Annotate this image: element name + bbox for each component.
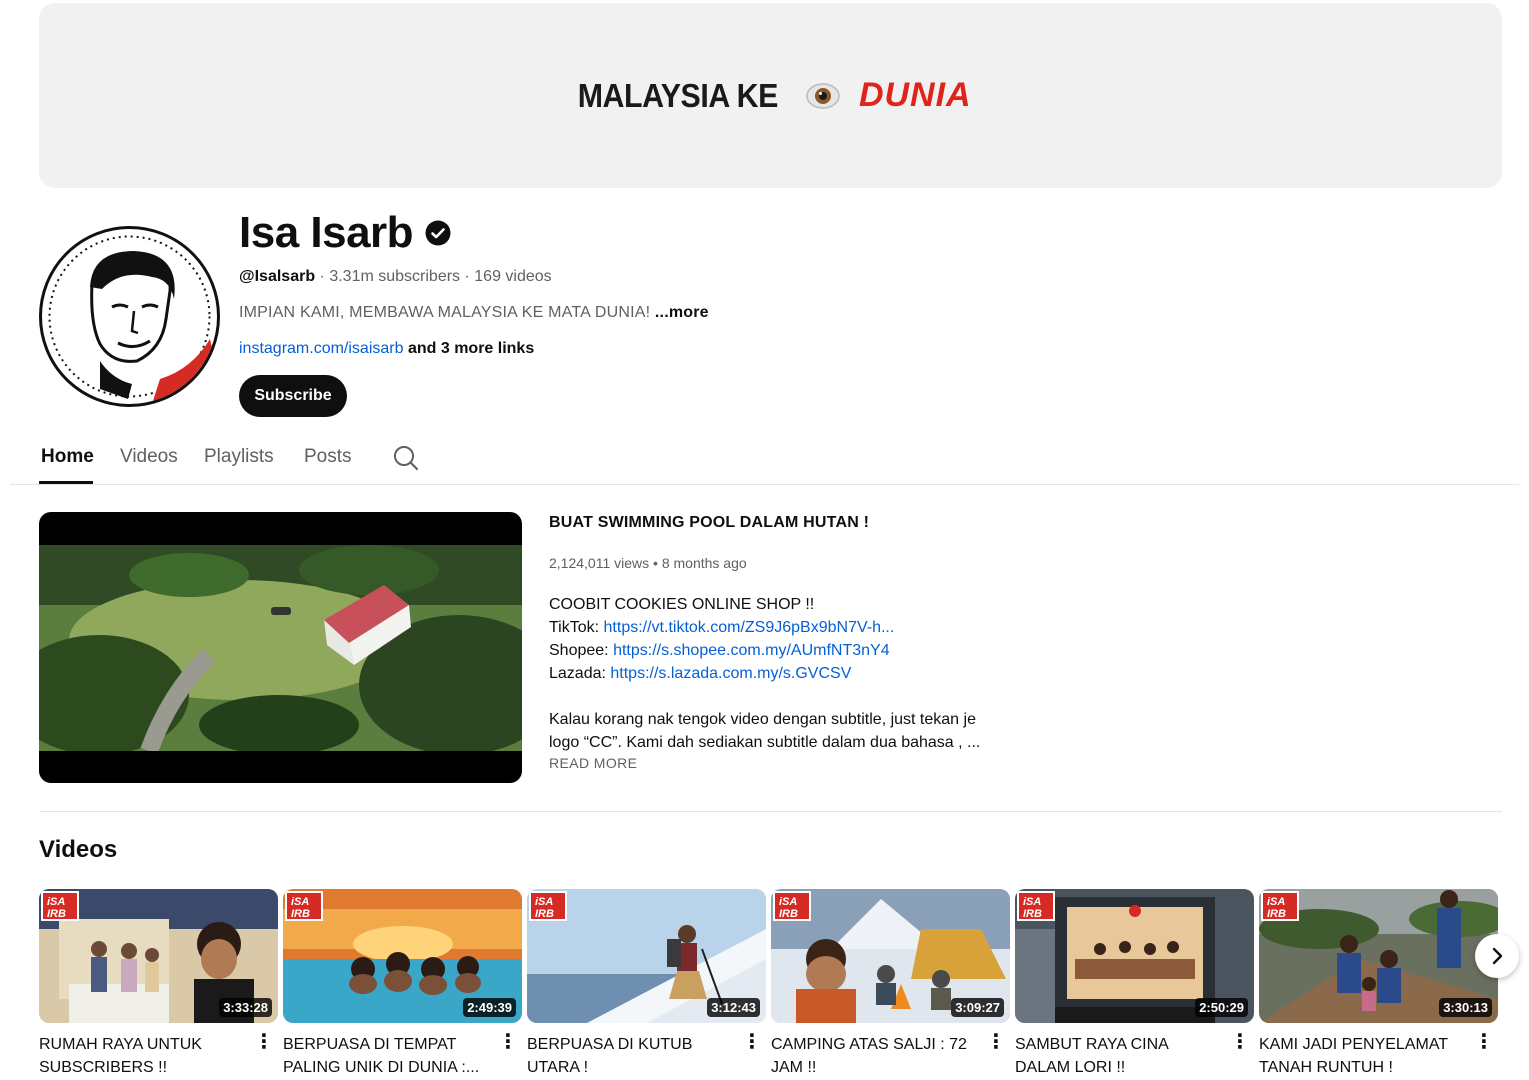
channel-name-text: Isa Isarb — [239, 208, 414, 257]
featured-video-frame — [39, 545, 522, 751]
channel-meta: @Isalsarb · 3.31m subscribers · 169 vide… — [239, 268, 552, 286]
channel-links: instagram.com/isaisarb and 3 more links — [239, 340, 534, 358]
tiktok-label: TikTok: — [549, 619, 600, 636]
video-duration: 3:30:13 — [1439, 998, 1492, 1017]
video-duration: 3:33:28 — [219, 998, 272, 1017]
meta-separator: · — [464, 268, 475, 285]
video-title[interactable]: KAMI JADI PENYELAMAT TANAH RUNTUH ! — [1259, 1033, 1469, 1079]
channel-description[interactable]: IMPIAN KAMI, MEMBAWA MALAYSIA KE MATA DU… — [239, 304, 709, 322]
shopee-link[interactable]: https://s.shopee.com.my/AUmfNT3nY4 — [613, 642, 890, 659]
featured-video-player[interactable] — [39, 512, 522, 783]
video-card[interactable]: iSA IRB 2:50:29 SAMBUT RAYA CINA DALAM L… — [1015, 889, 1254, 1079]
desc-spacer — [549, 685, 989, 708]
video-duration: 3:09:27 — [951, 998, 1004, 1017]
channel-badge-logo: iSA IRB — [285, 891, 323, 921]
video-title[interactable]: BERPUASA DI TEMPAT PALING UNIK DI DUNIA … — [283, 1033, 493, 1079]
subscribe-button[interactable]: Subscribe — [239, 375, 347, 417]
channel-handle: @Isalsarb — [239, 268, 316, 285]
more-options-icon[interactable]: ⋮ — [1230, 1032, 1250, 1052]
video-duration: 2:49:39 — [463, 998, 516, 1017]
more-options-icon[interactable]: ⋮ — [254, 1032, 274, 1052]
channel-banner: MALAYSIA KE DUNIA — [39, 3, 1502, 188]
featured-video-meta: 2,124,011 views • 8 months ago — [549, 555, 747, 571]
more-options-icon[interactable]: ⋮ — [1474, 1032, 1494, 1052]
video-thumbnail[interactable]: iSA IRB 3:09:27 — [771, 889, 1010, 1023]
channel-badge-logo: iSA IRB — [1017, 891, 1055, 921]
video-count: 169 videos — [474, 268, 552, 285]
featured-video-description: COOBIT COOKIES ONLINE SHOP !! TikTok: ht… — [549, 593, 989, 754]
video-thumbnail[interactable]: iSA IRB 2:49:39 — [283, 889, 522, 1023]
channel-name: Isa Isarb — [239, 208, 451, 258]
subscriber-count: 3.31m subscribers — [329, 268, 461, 285]
lazada-label: Lazada: — [549, 665, 606, 682]
more-options-icon[interactable]: ⋮ — [742, 1032, 762, 1052]
desc-tiktok-line: TikTok: https://vt.tiktok.com/ZS9J6pBx9b… — [549, 616, 989, 639]
banner-right-text: DUNIA — [858, 76, 972, 114]
featured-video-title[interactable]: BUAT SWIMMING POOL DALAM HUTAN ! — [549, 514, 869, 532]
video-thumbnail[interactable]: iSA IRB 3:30:13 — [1259, 889, 1498, 1023]
meta-separator: · — [319, 268, 330, 285]
section-divider — [39, 811, 1502, 812]
search-icon[interactable] — [392, 444, 420, 472]
banner-left-text: MALAYSIA KE — [578, 76, 779, 114]
tab-home[interactable]: Home — [41, 446, 94, 468]
channel-tabs: Home Videos Playlists Posts — [10, 436, 1519, 485]
video-title[interactable]: RUMAH RAYA UNTUK SUBSCRIBERS !! — [39, 1033, 249, 1079]
chevron-right-icon — [1492, 947, 1503, 965]
read-more-button[interactable]: READ MORE — [549, 755, 637, 771]
description-more-link[interactable]: ...more — [655, 304, 709, 321]
shelf-next-button[interactable] — [1475, 934, 1519, 978]
channel-badge-logo: iSA IRB — [41, 891, 79, 921]
videos-shelf-title[interactable]: Videos — [39, 836, 117, 864]
featured-view-count: 2,124,011 views — [549, 555, 650, 571]
verified-check-icon — [425, 220, 451, 246]
tiktok-link[interactable]: https://vt.tiktok.com/ZS9J6pBx9bN7V-h... — [604, 619, 895, 636]
featured-upload-age: 8 months ago — [661, 555, 747, 571]
video-duration: 2:50:29 — [1195, 998, 1248, 1017]
video-thumbnail[interactable]: iSA IRB 3:33:28 — [39, 889, 278, 1023]
channel-badge-logo: iSA IRB — [773, 891, 811, 921]
more-options-icon[interactable]: ⋮ — [986, 1032, 1006, 1052]
video-card[interactable]: iSA IRB 3:30:13 KAMI JADI PENYELAMAT TAN… — [1259, 889, 1498, 1079]
channel-avatar[interactable] — [39, 226, 220, 407]
video-card[interactable]: iSA IRB 3:12:43 BERPUASA DI KUTUB UTARA … — [527, 889, 766, 1079]
video-card[interactable]: iSA IRB 3:33:28 RUMAH RAYA UNTUK SUBSCRI… — [39, 889, 278, 1079]
video-title[interactable]: BERPUASA DI KUTUB UTARA ! — [527, 1033, 737, 1079]
avatar-illustration — [48, 235, 217, 404]
more-options-icon[interactable]: ⋮ — [498, 1032, 518, 1052]
shopee-label: Shopee: — [549, 642, 609, 659]
tab-posts[interactable]: Posts — [304, 446, 352, 468]
lazada-link[interactable]: https://s.lazada.com.my/s.GVCSV — [610, 665, 851, 682]
video-card[interactable]: iSA IRB 3:09:27 CAMPING ATAS SALJI : 72 … — [771, 889, 1010, 1079]
description-text: IMPIAN KAMI, MEMBAWA MALAYSIA KE MATA DU… — [239, 304, 651, 321]
video-card[interactable]: iSA IRB 2:49:39 BERPUASA DI TEMPAT PALIN… — [283, 889, 522, 1079]
video-duration: 3:12:43 — [707, 998, 760, 1017]
desc-shop-line: COOBIT COOKIES ONLINE SHOP !! — [549, 596, 815, 613]
instagram-link[interactable]: instagram.com/isaisarb — [239, 340, 404, 357]
tab-videos[interactable]: Videos — [120, 446, 178, 468]
channel-badge-logo: iSA IRB — [529, 891, 567, 921]
video-title[interactable]: CAMPING ATAS SALJI : 72 JAM !! — [771, 1033, 981, 1079]
video-thumbnail[interactable]: iSA IRB 2:50:29 — [1015, 889, 1254, 1023]
desc-shopee-line: Shopee: https://s.shopee.com.my/AUmfNT3n… — [549, 639, 989, 662]
desc-paragraph: Kalau korang nak tengok video dengan sub… — [549, 711, 981, 751]
tab-playlists[interactable]: Playlists — [204, 446, 274, 468]
video-title[interactable]: SAMBUT RAYA CINA DALAM LORI !! — [1015, 1033, 1225, 1079]
active-tab-indicator — [39, 481, 93, 484]
banner-logo: MALAYSIA KE DUNIA — [569, 76, 971, 115]
desc-lazada-line: Lazada: https://s.lazada.com.my/s.GVCSV — [549, 662, 989, 685]
more-links-button[interactable]: and 3 more links — [408, 340, 534, 357]
meta-separator: • — [653, 555, 662, 571]
video-thumbnail[interactable]: iSA IRB 3:12:43 — [527, 889, 766, 1023]
eye-icon — [806, 82, 840, 109]
channel-badge-logo: iSA IRB — [1261, 891, 1299, 921]
